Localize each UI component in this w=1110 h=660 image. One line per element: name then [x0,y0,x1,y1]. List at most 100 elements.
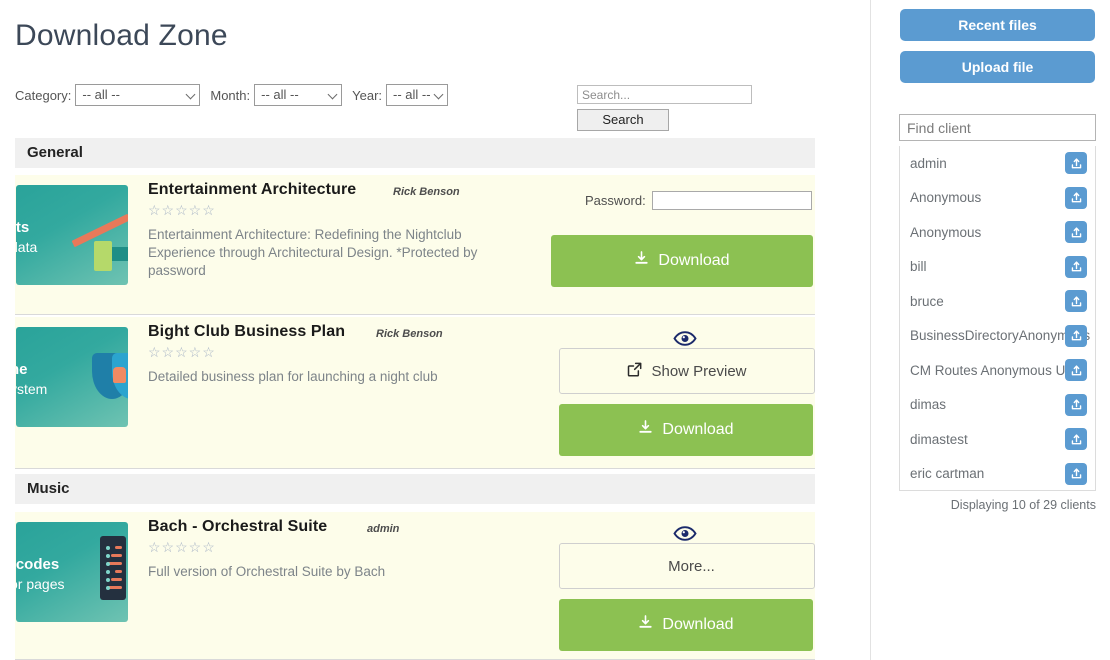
client-upload-icon[interactable] [1065,359,1087,382]
section-header-general: General [15,138,815,168]
download-icon [638,615,653,635]
thumbnail-text-line: ystem [16,381,48,397]
download-button[interactable]: Download [559,404,813,456]
client-list-item[interactable]: admin [900,146,1095,181]
client-name: dimas [910,397,947,413]
client-list-item[interactable]: dimastest [900,422,1095,457]
file-description: Detailed business plan for launching a n… [148,369,438,384]
file-item-card: rts data Entertainment Architecture Rick Be… [15,175,815,315]
section-header-music: Music [15,474,815,504]
file-description: Full version of Orchestral Suite by Bach [148,564,386,579]
download-button[interactable]: Download [559,599,813,651]
client-name: admin [910,155,947,171]
category-label: Category: [15,87,72,103]
main-content: Download Zone Category: -- all -- Month:… [0,0,871,660]
search-button[interactable]: Search [577,109,669,131]
client-upload-icon[interactable] [1065,290,1087,313]
year-select[interactable]: -- all -- [386,84,449,106]
client-upload-icon[interactable] [1065,152,1087,175]
thumb-decoration [106,554,110,558]
thumbnail-text-line: rts [16,219,30,236]
thumb-decoration [106,562,110,566]
search-input[interactable] [577,85,752,104]
client-upload-icon[interactable] [1065,324,1087,347]
section-title: Music [27,480,70,497]
client-list-item[interactable]: bill [900,250,1095,285]
secondary-action-label: Show Preview [651,362,747,380]
client-list-item[interactable]: BusinessDirectoryAnonymous [900,319,1095,354]
secondary-action-button[interactable]: Show Preview [559,348,815,394]
client-list[interactable]: admin Anonymous Anonymous bill bruce Business… [899,146,1096,491]
client-name: eric cartman [910,466,985,482]
rating-stars[interactable]: ☆☆☆☆☆ [148,540,216,554]
client-list-item[interactable]: Anonymous [900,181,1095,216]
client-list-item[interactable]: eric cartman [900,457,1095,491]
file-thumbnail: rcodes or pages [16,522,128,622]
client-name: Anonymous [910,190,982,206]
thumb-decoration [106,546,110,550]
thumb-decoration [106,570,110,574]
client-upload-icon[interactable] [1065,186,1087,209]
thumb-decoration [100,536,126,600]
chevron-down-icon [187,93,194,100]
client-name: bill [910,259,927,275]
file-title[interactable]: Bach - Orchestral Suite [148,518,327,536]
search-area: Search [577,85,752,131]
find-client-input[interactable] [899,114,1096,141]
download-button-label: Download [658,252,730,269]
password-field[interactable] [651,191,812,210]
download-zone-page: Download Zone Category: -- all -- Month:… [0,0,1110,660]
thumb-decoration [94,241,112,271]
client-upload-icon[interactable] [1065,428,1087,451]
file-item-card: rcodes or pages Bach - Orchestral Suite adm… [15,512,815,660]
file-thumbnail: ne ystem [16,327,128,427]
category-select-value: -- all -- [82,87,120,102]
preview-eye-icon[interactable] [667,329,703,347]
external-link-icon [627,362,642,381]
file-author: Rick Benson [376,328,443,340]
thumb-decoration [111,554,122,557]
download-button-label: Download [662,616,734,633]
client-name: dimastest [910,431,968,447]
thumbnail-text-line: or pages [16,576,65,592]
rating-stars[interactable]: ☆☆☆☆☆ [148,345,216,359]
category-select[interactable]: -- all -- [75,84,201,106]
upload-file-button[interactable]: Upload file [900,51,1095,83]
client-list-item[interactable]: dimas [900,388,1095,423]
file-thumbnail: rts data [16,185,128,285]
client-name: CM Routes Anonymous User [910,362,1085,378]
thumbnail-text-line: rcodes [16,556,60,573]
client-name: bruce [910,293,944,309]
thumb-decoration [115,546,122,549]
page-title: Download Zone [15,19,228,52]
client-list-item[interactable]: bruce [900,284,1095,319]
client-list-item[interactable]: Anonymous [900,215,1095,250]
month-label: Month: [210,87,251,103]
file-item-card: ne ystem Bight Club Business Plan Rick Bens… [15,317,815,469]
client-list-item[interactable]: CM Routes Anonymous User [900,353,1095,388]
file-author: admin [367,523,400,535]
client-upload-icon[interactable] [1065,255,1087,278]
thumb-decoration [113,367,126,383]
secondary-action-button[interactable]: More... [559,543,815,589]
preview-eye-icon[interactable] [667,524,703,542]
file-title[interactable]: Bight Club Business Plan [148,323,345,341]
rating-stars[interactable]: ☆☆☆☆☆ [148,203,216,217]
client-name: BusinessDirectoryAnonymous [910,328,1091,344]
year-label: Year: [352,87,383,103]
client-upload-icon[interactable] [1065,221,1087,244]
right-sidebar: Recent files Upload file admin Anonymous A… [872,0,1110,660]
password-row: Password: [585,191,812,210]
section-title: General [27,144,83,161]
client-upload-icon[interactable] [1065,393,1087,416]
recent-files-button[interactable]: Recent files [900,9,1095,41]
month-select[interactable]: -- all -- [254,84,343,106]
secondary-action-label: More... [668,557,715,575]
client-upload-icon[interactable] [1065,462,1087,485]
client-list-footer: Displaying 10 of 29 clients [950,498,1096,512]
thumbnail-text-line: ne [16,361,28,378]
download-icon [638,420,653,440]
file-title[interactable]: Entertainment Architecture [148,181,356,199]
password-label: Password: [585,193,646,208]
download-button[interactable]: Download [551,235,813,287]
